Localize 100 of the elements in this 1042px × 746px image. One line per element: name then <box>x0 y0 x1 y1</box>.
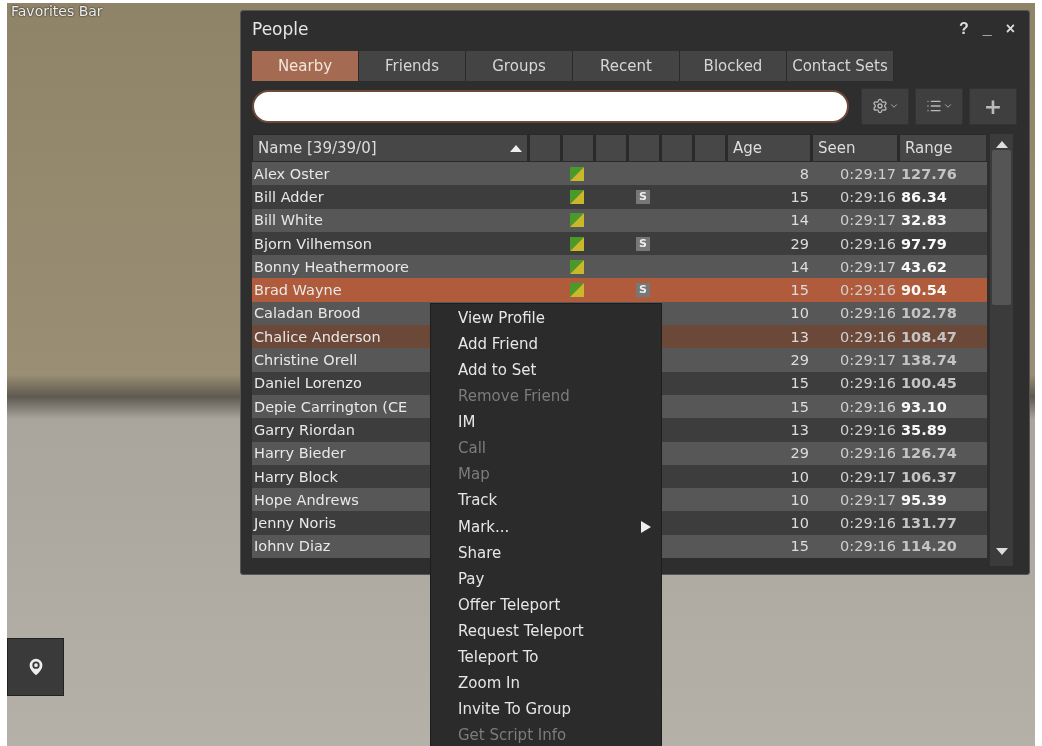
settings-button[interactable] <box>861 87 910 125</box>
age-value: 10 <box>789 515 809 532</box>
seen-time: 0:29:17 <box>839 165 896 182</box>
person-row[interactable]: Bill Adder S 15 0:29:16 86.34 <box>252 185 987 209</box>
window-title: People <box>252 18 310 39</box>
person-name: Alex Oster <box>253 165 330 182</box>
range-value: 131.77 <box>900 515 958 532</box>
minimize-button[interactable]: _ <box>980 20 994 37</box>
age-value: 29 <box>789 352 809 368</box>
person-name: Harry Block <box>253 468 338 485</box>
menu-item-label: Add to Set <box>458 361 537 380</box>
person-row[interactable]: Alex Oster 8 0:29:17 127.76 <box>252 162 987 186</box>
column-label: Name [39/39/0] <box>258 139 377 157</box>
favorites-bar-label: Favorites Bar <box>11 3 103 19</box>
range-value: 86.34 <box>900 188 948 205</box>
tab[interactable]: Contact Sets <box>787 51 894 81</box>
status-icon <box>570 166 584 181</box>
menu-item-label: Remove Friend <box>458 387 570 406</box>
menu-item-label: Zoom In <box>458 673 520 692</box>
tab[interactable]: Groups <box>466 51 573 81</box>
menu-item-label: IM <box>458 413 476 432</box>
menu-item[interactable]: Pay <box>458 565 651 592</box>
seen-time: 0:29:16 <box>839 398 896 415</box>
seen-time: 0:29:16 <box>839 515 896 532</box>
menu-item[interactable]: Request Teleport <box>458 617 651 644</box>
age-value: 15 <box>789 538 809 555</box>
menu-item[interactable]: Add Friend <box>458 331 651 358</box>
view-options-button[interactable] <box>915 87 964 125</box>
column-header[interactable] <box>662 135 692 161</box>
column-header[interactable]: Age <box>728 135 810 161</box>
person-row[interactable]: Bonny Heathermoore 14 0:29:17 43.62 <box>252 255 987 279</box>
scroll-up-icon[interactable] <box>995 140 1008 148</box>
tab[interactable]: Friends <box>359 51 466 81</box>
help-button[interactable]: ? <box>956 20 971 37</box>
script-badge: S <box>636 189 650 204</box>
menu-item[interactable]: IM <box>458 409 651 436</box>
range-value: 138.74 <box>900 352 958 368</box>
menu-item[interactable]: Invite To Group <box>458 695 651 722</box>
menu-item-label: Offer Teleport <box>458 595 561 614</box>
menu-item[interactable]: View Profile <box>458 305 651 332</box>
menu-item-label: Pay <box>458 569 485 588</box>
seen-time: 0:29:16 <box>839 305 896 322</box>
scroll-down-icon[interactable] <box>995 548 1008 556</box>
seen-time: 0:29:17 <box>839 468 896 485</box>
menu-item-label: Invite To Group <box>458 699 572 718</box>
menu-item[interactable]: Teleport To <box>458 643 651 670</box>
range-value: 43.62 <box>900 258 948 275</box>
age-value: 13 <box>789 328 809 345</box>
range-value: 35.89 <box>900 421 948 438</box>
person-name: Garry Riordan <box>253 421 355 438</box>
caret-icon <box>942 101 953 111</box>
person-name: Daniel Lorenzo <box>253 375 362 392</box>
range-value: 100.45 <box>900 375 958 392</box>
menu-item[interactable]: Share <box>458 539 651 566</box>
menu-item[interactable]: Add to Set <box>458 357 651 384</box>
column-header[interactable]: Seen <box>813 135 897 161</box>
menu-item-label: Add Friend <box>458 335 538 354</box>
age-value: 15 <box>789 188 809 205</box>
range-value: 97.79 <box>900 235 948 252</box>
person-name: Chalice Anderson <box>253 328 381 345</box>
menu-item-label: Teleport To <box>458 647 539 666</box>
column-header[interactable]: Name [39/39/0] <box>253 135 527 161</box>
menu-item[interactable]: Mark... <box>458 513 651 540</box>
range-value: 90.54 <box>900 282 948 299</box>
seen-time: 0:29:16 <box>839 235 896 252</box>
tab[interactable]: Nearby <box>252 51 359 81</box>
scrollbar[interactable] <box>990 134 1013 566</box>
person-row[interactable]: Bjorn Vilhemson S 29 0:29:16 97.79 <box>252 231 987 256</box>
menu-item[interactable]: Zoom In <box>458 669 651 696</box>
script-badge: S <box>636 236 650 251</box>
age-value: 8 <box>798 165 809 182</box>
menu-item[interactable]: Offer Teleport <box>458 591 651 618</box>
tab[interactable]: Recent <box>573 51 680 81</box>
menu-item[interactable]: Track <box>458 487 651 514</box>
menu-item-label: Track <box>458 491 498 510</box>
list-icon <box>925 98 942 114</box>
scroll-thumb[interactable] <box>992 150 1011 305</box>
close-button[interactable]: × <box>1003 20 1017 37</box>
column-header[interactable] <box>695 135 725 161</box>
seen-time: 0:29:16 <box>839 328 896 345</box>
sort-caret-icon <box>510 144 522 152</box>
seen-time: 0:29:16 <box>839 375 896 392</box>
search-field[interactable] <box>252 89 850 123</box>
menu-item-label: Map <box>458 465 490 484</box>
add-button[interactable]: + <box>969 87 1017 125</box>
person-row[interactable]: Brad Wayne S 15 0:29:16 90.54 <box>252 278 987 302</box>
range-value: 106.37 <box>900 468 958 485</box>
column-header[interactable] <box>596 135 626 161</box>
person-row[interactable]: Bill White 14 0:29:17 32.83 <box>252 208 987 232</box>
person-name: Caladan Brood <box>253 305 361 322</box>
menu-item-label: Call <box>458 439 486 458</box>
column-header[interactable] <box>530 135 560 161</box>
column-header[interactable] <box>629 135 659 161</box>
age-value: 10 <box>789 305 809 322</box>
person-name: Bill White <box>253 212 323 229</box>
column-header[interactable]: Range <box>900 135 986 161</box>
seen-time: 0:29:16 <box>839 445 896 462</box>
tab[interactable]: Blocked <box>680 51 787 81</box>
column-header[interactable] <box>563 135 593 161</box>
location-pin-button[interactable] <box>7 638 64 696</box>
